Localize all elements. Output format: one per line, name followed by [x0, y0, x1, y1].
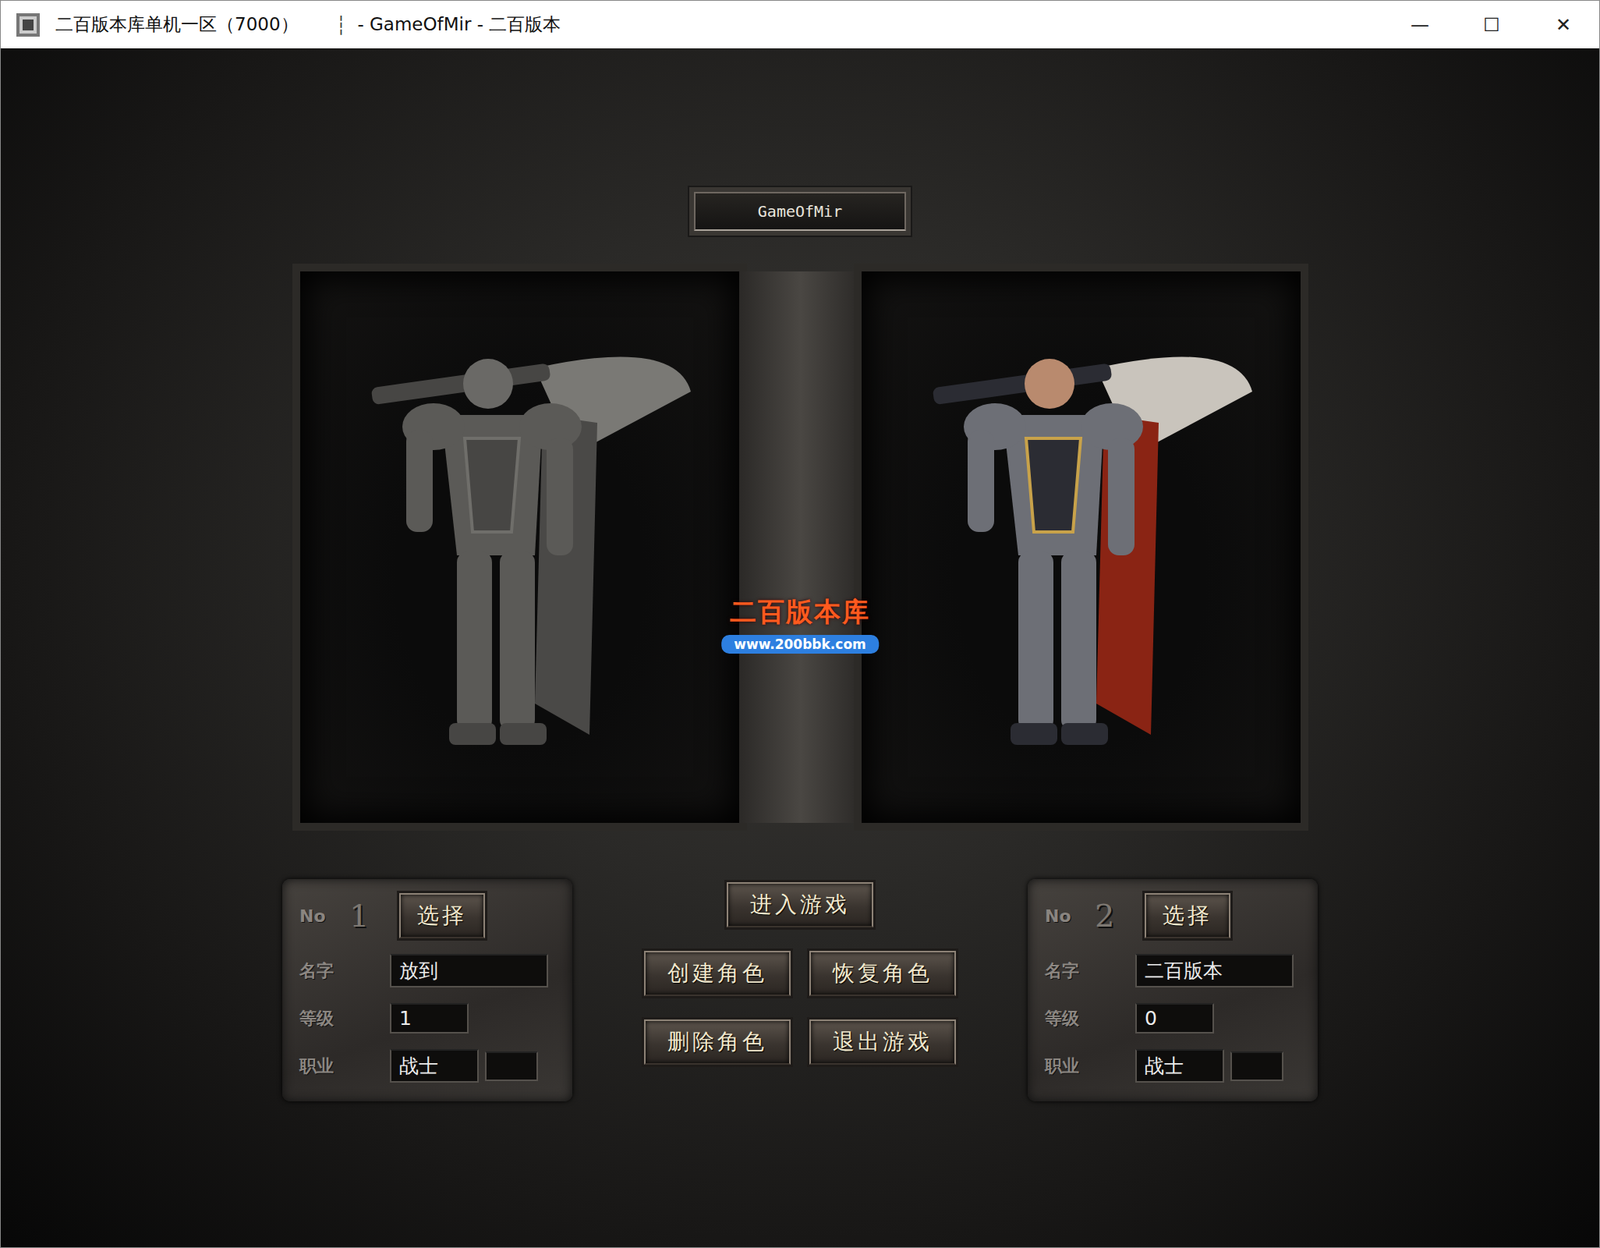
- character-figure[interactable]: [901, 297, 1261, 797]
- title-bar: 二百版本库单机一区（7000） ┆ - GameOfMir - 二百版本 —☐✕: [0, 0, 1600, 49]
- no-label: No: [299, 906, 339, 926]
- character-panel[interactable]: [861, 271, 1301, 823]
- action-button[interactable]: 删除角色: [644, 1019, 791, 1065]
- no-label: No: [1044, 906, 1084, 926]
- field-row: 等级0: [1044, 1002, 1301, 1034]
- field-row: 职业战士: [1044, 1048, 1301, 1083]
- stone-pillar: [739, 271, 862, 823]
- action-button[interactable]: 进入游戏: [726, 881, 874, 928]
- window-subtitle: - GameOfMir - 二百版本: [357, 12, 561, 37]
- watermark-name: 二百版本库: [729, 594, 871, 631]
- field-value: 二百版本: [1135, 953, 1294, 988]
- select-button[interactable]: 选择: [1144, 892, 1231, 939]
- field-row: 职业战士: [299, 1048, 556, 1083]
- field-row: 名字放到: [299, 953, 556, 988]
- field-label: 等级: [1044, 1006, 1130, 1031]
- action-button[interactable]: 创建角色: [644, 950, 791, 996]
- game-screen: GameOfMirNo1选择名字放到等级1职业战士进入游戏创建角色恢复角色删除角…: [0, 48, 1600, 1247]
- character-card: No1选择名字放到等级1职业战士: [282, 878, 573, 1101]
- field-extra: [484, 1051, 539, 1081]
- window-control[interactable]: ☐: [1455, 0, 1528, 49]
- field-value: 战士: [1135, 1048, 1225, 1083]
- field-value: 战士: [389, 1048, 479, 1083]
- watermark: 二百版本库 www.200bbk.com: [721, 594, 879, 654]
- watermark-url: www.200bbk.com: [721, 634, 879, 654]
- action-buttons: 进入游戏创建角色恢复角色删除角色退出游戏: [644, 878, 956, 1065]
- field-value: 0: [1135, 1002, 1215, 1034]
- slot-number: 1: [349, 897, 389, 934]
- server-name: GameOfMir: [693, 191, 907, 231]
- character-figure[interactable]: [339, 297, 699, 797]
- game-window: 二百版本库单机一区（7000） ┆ - GameOfMir - 二百版本 —☐✕ Gam…: [0, 0, 1600, 1248]
- action-button[interactable]: 退出游戏: [809, 1019, 956, 1065]
- app-icon: [14, 11, 42, 39]
- field-value: 放到: [389, 953, 549, 988]
- select-button[interactable]: 选择: [399, 892, 485, 939]
- slot-number: 2: [1094, 897, 1134, 934]
- field-label: 名字: [1044, 959, 1130, 983]
- character-panel[interactable]: [300, 271, 740, 823]
- field-row: 等级1: [299, 1002, 556, 1034]
- action-button[interactable]: 恢复角色: [809, 950, 956, 996]
- character-card: No2选择名字二百版本等级0职业战士: [1027, 878, 1318, 1101]
- title-separator: ┆: [336, 14, 347, 36]
- field-label: 职业: [1044, 1054, 1130, 1078]
- field-label: 名字: [299, 959, 384, 983]
- window-control[interactable]: —: [1384, 0, 1456, 49]
- field-value: 1: [389, 1002, 469, 1034]
- field-label: 等级: [299, 1006, 384, 1031]
- field-label: 职业: [299, 1054, 384, 1078]
- field-row: 名字二百版本: [1044, 953, 1301, 988]
- field-extra: [1230, 1051, 1284, 1081]
- window-title: 二百版本库单机一区（7000）: [55, 12, 299, 37]
- window-control[interactable]: ✕: [1527, 0, 1600, 49]
